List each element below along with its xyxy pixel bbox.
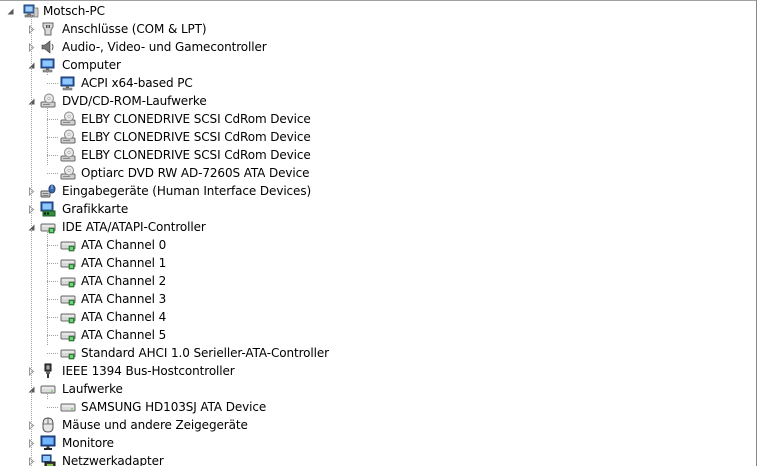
- ide-controller-icon: [60, 255, 76, 271]
- optical-drive-icon: [60, 147, 76, 163]
- tree-guide-line: [31, 16, 32, 466]
- display-adapter-icon: [40, 201, 56, 217]
- tree-connector-line: [47, 317, 58, 318]
- tree-item-label: Motsch-PC: [43, 4, 105, 18]
- tree-item-label: ACPI x64-based PC: [81, 76, 193, 90]
- network-adapter-icon: [40, 453, 56, 466]
- top-border: [0, 0, 756, 1]
- tree-item-label: ATA Channel 1: [81, 256, 167, 270]
- tree-device-acpi-x64-based-pc[interactable]: ACPI x64-based PC: [0, 74, 756, 92]
- tree-item-label: Computer: [62, 58, 121, 72]
- optical-drive-icon: [60, 111, 76, 127]
- tree-child-guide-line: [47, 106, 48, 165]
- tree-root-motsch-pc[interactable]: Motsch-PC: [0, 2, 756, 20]
- tree-connector-line: [47, 137, 58, 138]
- tree-category-eingabeger-te-human-interface-devices[interactable]: Eingabegeräte (Human Interface Devices): [0, 182, 756, 200]
- tree-category-ieee-1394-bus-hostcontroller[interactable]: IEEE 1394 Bus-Hostcontroller: [0, 362, 756, 380]
- tree-category-netzwerkadapter[interactable]: Netzwerkadapter: [0, 452, 756, 466]
- tree-connector-line: [47, 281, 58, 282]
- tree-item-label: Standard AHCI 1.0 Serieller-ATA-Controll…: [81, 346, 329, 360]
- speaker-icon: [40, 39, 56, 55]
- tree-category-dvd-cd-rom-laufwerke[interactable]: DVD/CD-ROM-Laufwerke: [0, 92, 756, 110]
- tree-connector-line: [47, 353, 58, 354]
- tree-category-anschl-sse-com-lpt[interactable]: Anschlüsse (COM & LPT): [0, 20, 756, 38]
- tree-connector-line: [47, 335, 58, 336]
- port-icon: [40, 21, 56, 37]
- tree-category-m-use-und-andere-zeigeger-te[interactable]: Mäuse und andere Zeigegeräte: [0, 416, 756, 434]
- computer-monitor-icon: [60, 75, 76, 91]
- tree-category-grafikkarte[interactable]: Grafikkarte: [0, 200, 756, 218]
- ide-controller-icon: [60, 237, 76, 253]
- monitor-icon: [40, 435, 56, 451]
- optical-drive-icon: [60, 129, 76, 145]
- device-manager-tree-window: Motsch-PC Anschlüsse (COM & LPT) Audio-, V…: [0, 0, 757, 466]
- optical-drive-icon: [60, 165, 76, 181]
- tree-device-optiarc-dvd-rw-ad-7260s-ata-device[interactable]: Optiarc DVD RW AD-7260S ATA Device: [0, 164, 756, 182]
- hid-icon: [40, 183, 56, 199]
- tree-device-ata-channel-2[interactable]: ATA Channel 2: [0, 272, 756, 290]
- ide-controller-icon: [40, 219, 56, 235]
- tree-item-label: ATA Channel 3: [81, 292, 167, 306]
- tree-device-elby-clonedrive-scsi-cdrom-device[interactable]: ELBY CLONEDRIVE SCSI CdRom Device: [0, 146, 756, 164]
- tree-child-guide-line: [47, 70, 48, 75]
- tree-device-ata-channel-4[interactable]: ATA Channel 4: [0, 308, 756, 326]
- tree-item-label: ELBY CLONEDRIVE SCSI CdRom Device: [81, 148, 311, 162]
- tree-item-label: Grafikkarte: [62, 202, 129, 216]
- tree-item-label: Eingabegeräte (Human Interface Devices): [62, 184, 312, 198]
- tree-item-label: ELBY CLONEDRIVE SCSI CdRom Device: [81, 112, 311, 126]
- tree-item-label: ELBY CLONEDRIVE SCSI CdRom Device: [81, 130, 311, 144]
- tree-category-ide-ata-atapi-controller[interactable]: IDE ATA/ATAPI-Controller: [0, 218, 756, 236]
- optical-drive-icon: [40, 93, 56, 109]
- tree-connector-line: [47, 407, 58, 408]
- tree-connector-line: [47, 155, 58, 156]
- ide-controller-icon: [60, 273, 76, 289]
- tree-item-label: ATA Channel 0: [81, 238, 167, 252]
- tree-connector-line: [47, 263, 58, 264]
- tree-item-label: IDE ATA/ATAPI-Controller: [62, 220, 206, 234]
- tree-item-label: Mäuse und andere Zeigegeräte: [62, 418, 248, 432]
- tree-device-elby-clonedrive-scsi-cdrom-device[interactable]: ELBY CLONEDRIVE SCSI CdRom Device: [0, 110, 756, 128]
- tree-connector-line: [47, 83, 58, 84]
- tree-connector-line: [47, 173, 58, 174]
- tree-device-ata-channel-3[interactable]: ATA Channel 3: [0, 290, 756, 308]
- ide-controller-icon: [60, 327, 76, 343]
- tree-child-guide-line: [47, 394, 48, 399]
- tree-item-label: ATA Channel 5: [81, 328, 167, 342]
- tree-item-label: Monitore: [62, 436, 114, 450]
- mouse-icon: [40, 417, 56, 433]
- tree-item-label: DVD/CD-ROM-Laufwerke: [62, 94, 207, 108]
- ide-controller-icon: [60, 309, 76, 325]
- tree-connector-line: [47, 245, 58, 246]
- tree-device-elby-clonedrive-scsi-cdrom-device[interactable]: ELBY CLONEDRIVE SCSI CdRom Device: [0, 128, 756, 146]
- tree-child-guide-line: [47, 232, 48, 345]
- tree-device-samsung-hd103sj-ata-device[interactable]: SAMSUNG HD103SJ ATA Device: [0, 398, 756, 416]
- tree-item-label: ATA Channel 4: [81, 310, 167, 324]
- tree-device-ata-channel-1[interactable]: ATA Channel 1: [0, 254, 756, 272]
- tree-connector-line: [47, 119, 58, 120]
- computer-monitor-icon: [40, 57, 56, 73]
- firewire-icon: [40, 363, 56, 379]
- disk-drive-icon: [40, 381, 56, 397]
- tree-item-label: Netzwerkadapter: [62, 454, 164, 466]
- tree-device-ata-channel-5[interactable]: ATA Channel 5: [0, 326, 756, 344]
- tree-category-audio-video-und-gamecontroller[interactable]: Audio-, Video- und Gamecontroller: [0, 38, 756, 56]
- tree-item-label: Optiarc DVD RW AD-7260S ATA Device: [81, 166, 310, 180]
- tree-category-monitore[interactable]: Monitore: [0, 434, 756, 452]
- tree-item-label: ATA Channel 2: [81, 274, 167, 288]
- tree-item-label: SAMSUNG HD103SJ ATA Device: [81, 400, 267, 414]
- tree-connector-line: [47, 299, 58, 300]
- ide-controller-icon: [60, 345, 76, 361]
- tree-item-label: IEEE 1394 Bus-Hostcontroller: [62, 364, 235, 378]
- tree-device-standard-ahci-1-0-serieller-ata-controller[interactable]: Standard AHCI 1.0 Serieller-ATA-Controll…: [0, 344, 756, 362]
- disk-drive-icon: [60, 399, 76, 415]
- device-tree: Motsch-PC Anschlüsse (COM & LPT) Audio-, V…: [0, 2, 756, 466]
- tree-item-label: Audio-, Video- und Gamecontroller: [62, 40, 267, 54]
- tree-category-laufwerke[interactable]: Laufwerke: [0, 380, 756, 398]
- collapse-arrow-icon[interactable]: [5, 6, 15, 16]
- ide-controller-icon: [60, 291, 76, 307]
- tree-item-label: Laufwerke: [62, 382, 123, 396]
- tree-device-ata-channel-0[interactable]: ATA Channel 0: [0, 236, 756, 254]
- tree-item-label: Anschlüsse (COM & LPT): [62, 22, 207, 36]
- tree-category-computer[interactable]: Computer: [0, 56, 756, 74]
